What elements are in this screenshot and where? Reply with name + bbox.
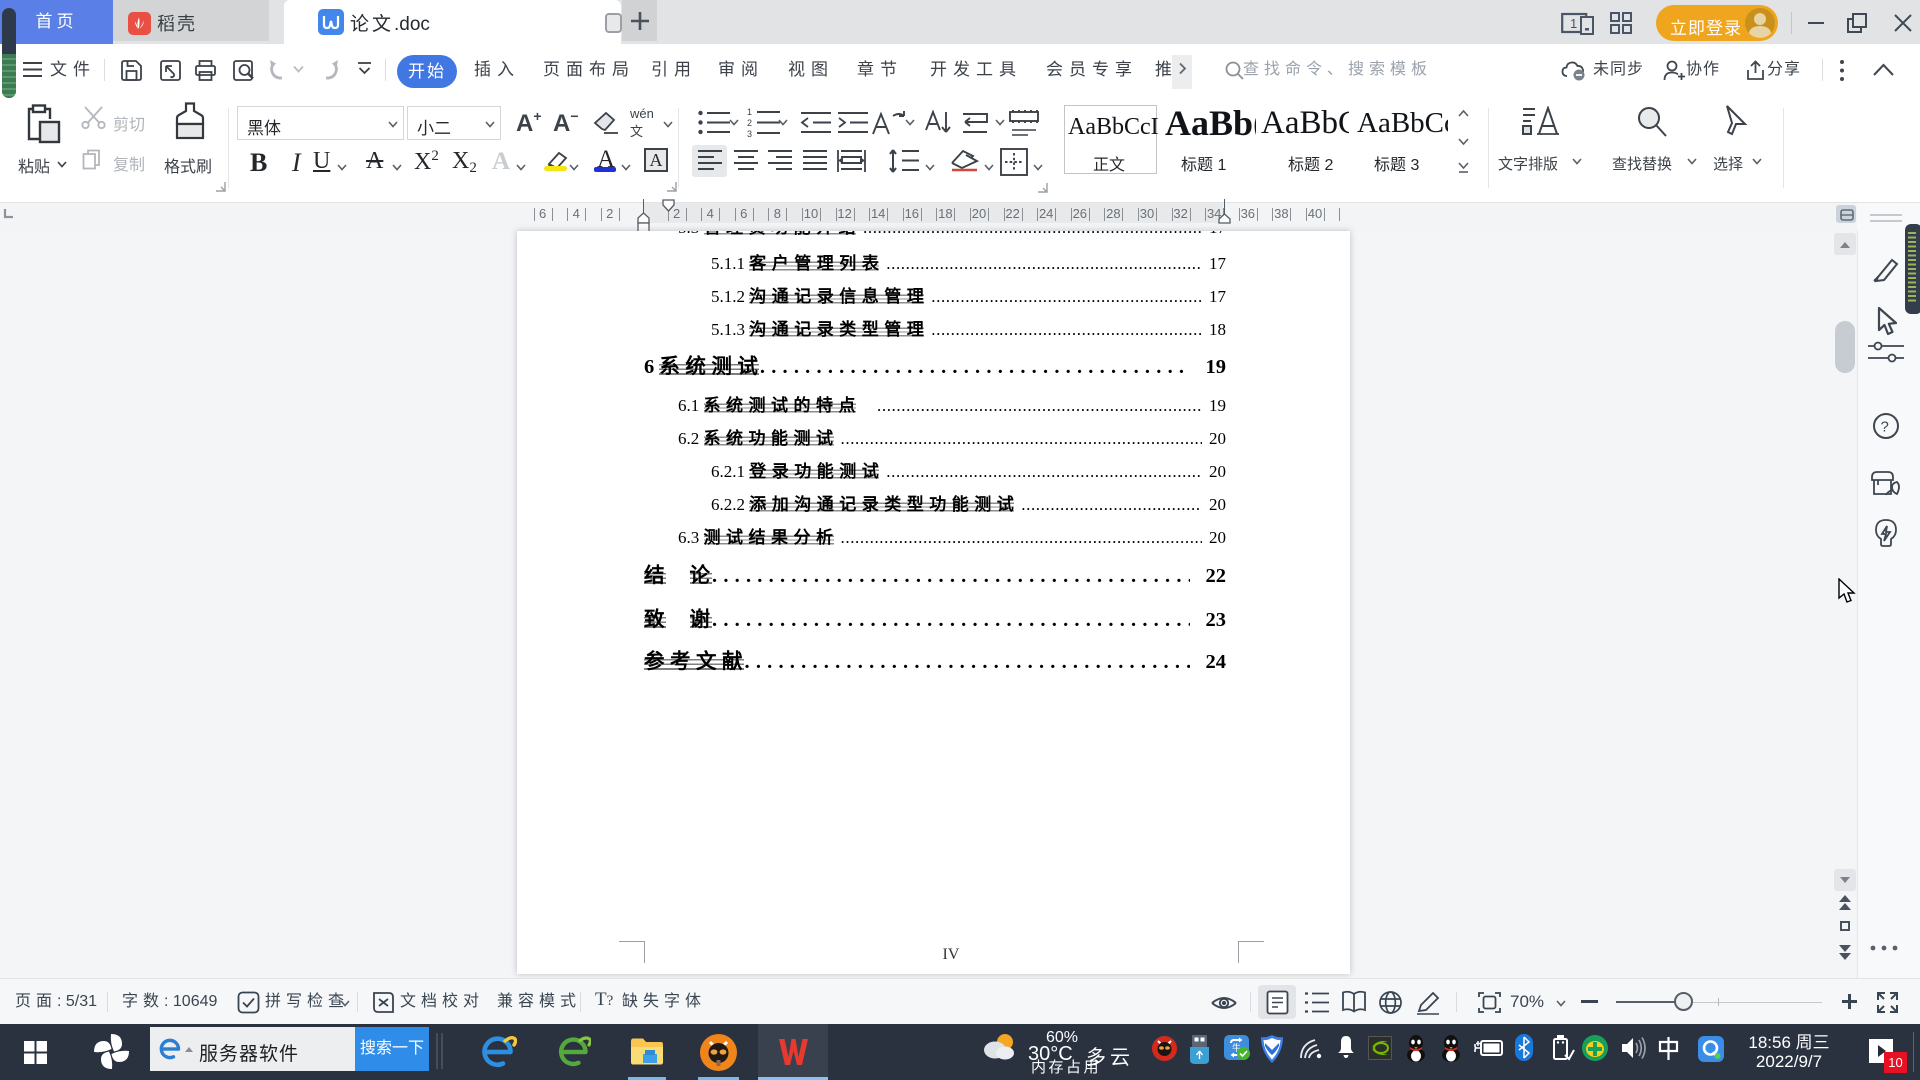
svg-text:1: 1 (1570, 16, 1577, 31)
svg-text:1: 1 (747, 107, 752, 117)
svg-text:3: 3 (747, 129, 752, 138)
svg-text:2: 2 (747, 118, 752, 128)
svg-text:?: ? (1881, 419, 1889, 436)
